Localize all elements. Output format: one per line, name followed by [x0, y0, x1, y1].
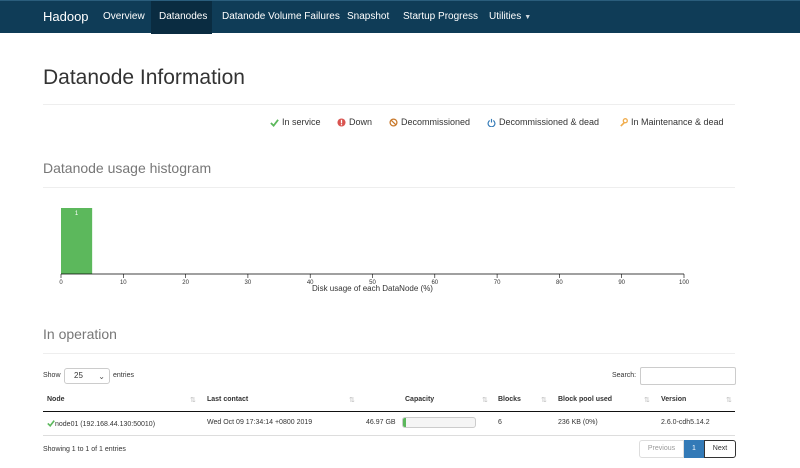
header-divider — [43, 104, 735, 105]
page-size-select[interactable]: 25 ⌄ — [64, 368, 110, 384]
status-legend: In service Down Decommissioned Decommiss… — [0, 117, 800, 131]
column-header-block-pool-used[interactable]: Block pool used — [558, 396, 612, 410]
column-header-last-contact[interactable]: Last contact — [207, 396, 248, 410]
column-header-blocks[interactable]: Blocks — [498, 396, 521, 410]
row-divider — [43, 435, 735, 436]
capacity-value: 46.97 GB — [366, 419, 396, 426]
nav-utilities[interactable]: Utilities ▼ — [481, 1, 539, 34]
search-label: Search: — [612, 372, 637, 379]
page-title: Datanode Information — [43, 66, 245, 89]
exclamation-icon — [337, 118, 346, 127]
legend-label: Decommissioned — [401, 117, 471, 127]
wrench-icon — [620, 118, 628, 127]
legend-maintenance-dead: In Maintenance & dead — [619, 117, 724, 127]
histogram-tick-label: 20 — [182, 280, 189, 286]
check-icon — [47, 420, 55, 428]
legend-label: Down — [349, 117, 373, 127]
sort-icon[interactable]: ⇅ — [482, 396, 488, 404]
pagination-page-1[interactable]: 1 — [684, 440, 704, 458]
histogram-x-label: Disk usage of each DataNode (%) — [312, 284, 433, 293]
histogram-divider — [43, 187, 735, 188]
column-header-version[interactable]: Version — [661, 396, 686, 410]
legend-label: Decommissioned & dead — [499, 117, 600, 127]
top-navbar: Hadoop Overview Datanodes Datanode Volum… — [0, 0, 800, 34]
node-name[interactable]: node01 (192.168.44.130:50010) — [55, 421, 155, 428]
page-size-value: 25 — [74, 371, 83, 380]
histogram-tick-label: 100 — [679, 280, 690, 286]
capacity-bar-fill — [403, 418, 406, 427]
blocks-cell: 6 — [498, 419, 502, 426]
histogram-tick-label: 70 — [494, 280, 501, 286]
ban-icon — [389, 118, 398, 127]
check-icon — [270, 119, 279, 128]
power-icon — [487, 118, 496, 128]
histogram-tick-label: 90 — [618, 280, 625, 286]
table-header-border — [43, 411, 735, 412]
histogram-tick-label: 10 — [120, 280, 127, 286]
legend-label: In service — [282, 117, 321, 127]
chevron-down-icon: ⌄ — [98, 372, 105, 381]
column-header-capacity[interactable]: Capacity — [405, 396, 434, 410]
nav-datanodes[interactable]: Datanodes — [151, 1, 212, 34]
nav-datanode-volume-failures[interactable]: Datanode Volume Failures — [214, 1, 348, 34]
nav-snapshot[interactable]: Snapshot — [339, 1, 397, 34]
table-info: Showing 1 to 1 of 1 entries — [43, 446, 126, 453]
nav-startup-progress[interactable]: Startup Progress — [395, 1, 486, 34]
legend-label: In Maintenance & dead — [631, 117, 724, 127]
column-header-node[interactable]: Node — [47, 396, 65, 410]
pagination-next[interactable]: Next — [704, 440, 736, 458]
histogram-tick-label: 80 — [556, 280, 563, 286]
operation-title: In operation — [43, 326, 117, 342]
legend-down: Down — [337, 117, 372, 127]
search-input[interactable] — [640, 367, 736, 385]
legend-in-service: In service — [270, 117, 321, 128]
last-contact-cell: Wed Oct 09 17:34:14 +0800 2019 — [207, 419, 313, 426]
capacity-bar — [402, 417, 476, 428]
sort-icon[interactable]: ⇅ — [644, 396, 650, 404]
histogram-title: Datanode usage histogram — [43, 160, 212, 176]
sort-icon[interactable]: ⇅ — [190, 396, 196, 404]
brand-logo[interactable]: Hadoop — [43, 1, 89, 34]
nav-utilities-label: Utilities — [489, 11, 522, 22]
sort-icon[interactable]: ⇅ — [541, 396, 547, 404]
caret-down-icon: ▼ — [524, 14, 532, 21]
usage-histogram: 10 10 20 30 40 50 60 70 80 90 100Disk usage of eac… — [59, 208, 690, 293]
histogram-bar — [61, 208, 93, 274]
nav-overview[interactable]: Overview — [95, 1, 153, 34]
sort-icon[interactable]: ⇅ — [726, 396, 732, 404]
histogram-tick-label: 30 — [245, 280, 252, 286]
entries-label: entries — [113, 372, 135, 379]
histogram-tick-label: 0 — [59, 280, 63, 286]
legend-decommissioned-dead: Decommissioned & dead — [487, 117, 600, 128]
sort-icon[interactable]: ⇅ — [349, 396, 355, 404]
pagination-previous[interactable]: Previous — [639, 440, 684, 458]
legend-decommissioned: Decommissioned — [389, 117, 470, 127]
show-label: Show — [43, 372, 61, 379]
block-pool-used-cell: 236 KB (0%) — [558, 419, 598, 426]
version-cell: 2.6.0-cdh5.14.2 — [661, 419, 710, 426]
operation-divider — [43, 353, 735, 354]
node-cell: node01 (192.168.44.130:50010) — [47, 419, 155, 428]
